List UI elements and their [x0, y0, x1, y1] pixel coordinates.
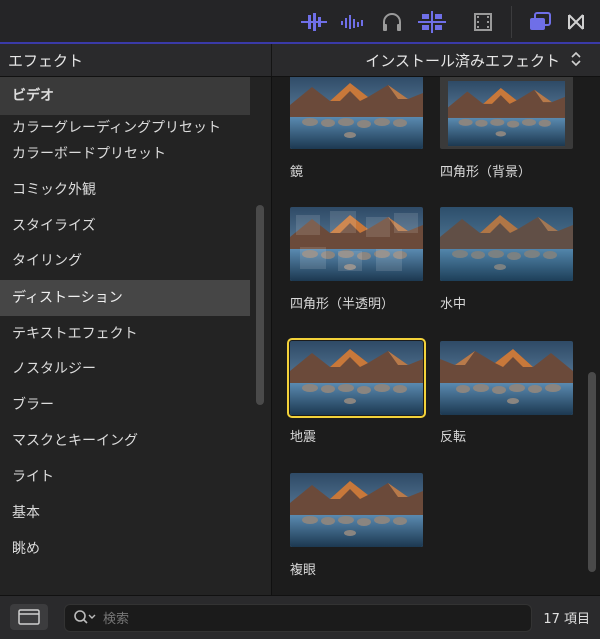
effect-label: 反転	[440, 430, 467, 445]
sidebar-item-label: タイリング	[12, 253, 82, 269]
sidebar-item-stylize[interactable]: スタイライズ	[0, 208, 250, 244]
search-field[interactable]	[64, 604, 532, 632]
chevron-updown-icon[interactable]	[570, 50, 582, 72]
effect-thumbnail-underwater[interactable]	[440, 207, 573, 281]
sidebar-item-label: 眺め	[12, 541, 40, 557]
sidebar-item-label: ビデオ	[12, 88, 54, 104]
effects-browser-icon[interactable]	[526, 10, 554, 34]
sidebar-item-blur[interactable]: ブラー	[0, 387, 250, 423]
header-divider	[271, 44, 272, 76]
sidebar-item-text-effects[interactable]: テキストエフェクト	[0, 316, 250, 352]
effect-label: 水中	[440, 297, 467, 312]
sidebar-item-label: ライト	[12, 469, 54, 485]
search-icon[interactable]	[73, 609, 97, 631]
sidebar-item-label: テキストエフェクト	[12, 326, 138, 342]
effect-label: 鏡	[290, 165, 304, 180]
effect-thumbnail-earthquake[interactable]	[287, 338, 426, 418]
sidebar-item-label: スタイライズ	[12, 218, 96, 234]
effects-title: エフェクト	[8, 52, 84, 70]
effect-thumbnail-square-translucent[interactable]	[290, 207, 423, 281]
headphones-icon[interactable]	[378, 10, 406, 34]
effect-label: 四角形（半透明）	[290, 297, 395, 312]
transitions-icon[interactable]	[562, 10, 590, 34]
sidebar-item-video[interactable]: ビデオ	[0, 77, 250, 115]
layout-toggle-button[interactable]	[10, 604, 48, 630]
sidebar-item-looks[interactable]: 眺め	[0, 531, 250, 567]
panel-header: エフェクト インストール済みエフェクト	[0, 44, 600, 77]
effect-thumbnail-square-background[interactable]	[440, 77, 573, 149]
audio-waveform-icon[interactable]	[300, 10, 328, 34]
installed-effects-popup[interactable]: インストール済みエフェクト	[365, 50, 560, 71]
sidebar-item-distortion[interactable]: ディストーション	[0, 280, 250, 316]
item-count: 17 項目	[543, 612, 590, 627]
search-input[interactable]	[101, 608, 505, 630]
effect-label: 地震	[290, 430, 317, 445]
effects-grid: 鏡 四角形（背景） 四角形（半透明） 水中 地震 反転 複眼	[272, 77, 600, 595]
effect-label: 四角形（背景）	[440, 165, 532, 180]
effect-label: 複眼	[290, 563, 317, 578]
sidebar-item-label: ノスタルジー	[12, 361, 96, 377]
sidebar-item-basics[interactable]: 基本	[0, 495, 250, 531]
sidebar-item-color-board[interactable]: カラーボードプリセット	[0, 136, 250, 172]
sidebar-item-label: コミック外観	[12, 182, 96, 198]
sidebar-scrollbar[interactable]	[256, 205, 264, 405]
sidebar-item-label: ディストーション	[12, 290, 123, 306]
sidebar-item-label: 基本	[12, 505, 40, 521]
sidebar-item-tiling[interactable]: タイリング	[0, 243, 250, 279]
sidebar-item-label: カラーグレーディングプリセット	[12, 120, 222, 136]
sidebar-item-masks-keying[interactable]: マスクとキーイング	[0, 423, 250, 459]
filmstrip-icon[interactable]	[470, 10, 496, 34]
sidebar-layout-icon	[18, 609, 40, 625]
audio-meters-icon[interactable]	[338, 10, 366, 34]
toolbar	[0, 0, 600, 44]
sidebar-item-label: カラーボードプリセット	[12, 146, 166, 162]
effect-thumbnail-insect-eye[interactable]	[290, 473, 423, 547]
category-sidebar: カラーグレーディングプリセット ビデオ カラーボードプリセット コミック外観 ス…	[0, 77, 271, 595]
sidebar-item-nostalgia[interactable]: ノスタルジー	[0, 351, 250, 387]
sidebar-item-label: ブラー	[12, 397, 54, 413]
sidebar-item-light[interactable]: ライト	[0, 459, 250, 495]
sidebar-item-label: マスクとキーイング	[12, 433, 138, 449]
effect-thumbnail-flip[interactable]	[440, 341, 573, 415]
snap-icon[interactable]	[418, 10, 446, 34]
sidebar-item-comic[interactable]: コミック外観	[0, 172, 250, 208]
bottom-bar: 17 項目	[0, 595, 600, 639]
toolbar-separator	[511, 6, 512, 38]
grid-scrollbar[interactable]	[588, 372, 596, 572]
effect-thumbnail-mirror[interactable]	[290, 77, 423, 149]
